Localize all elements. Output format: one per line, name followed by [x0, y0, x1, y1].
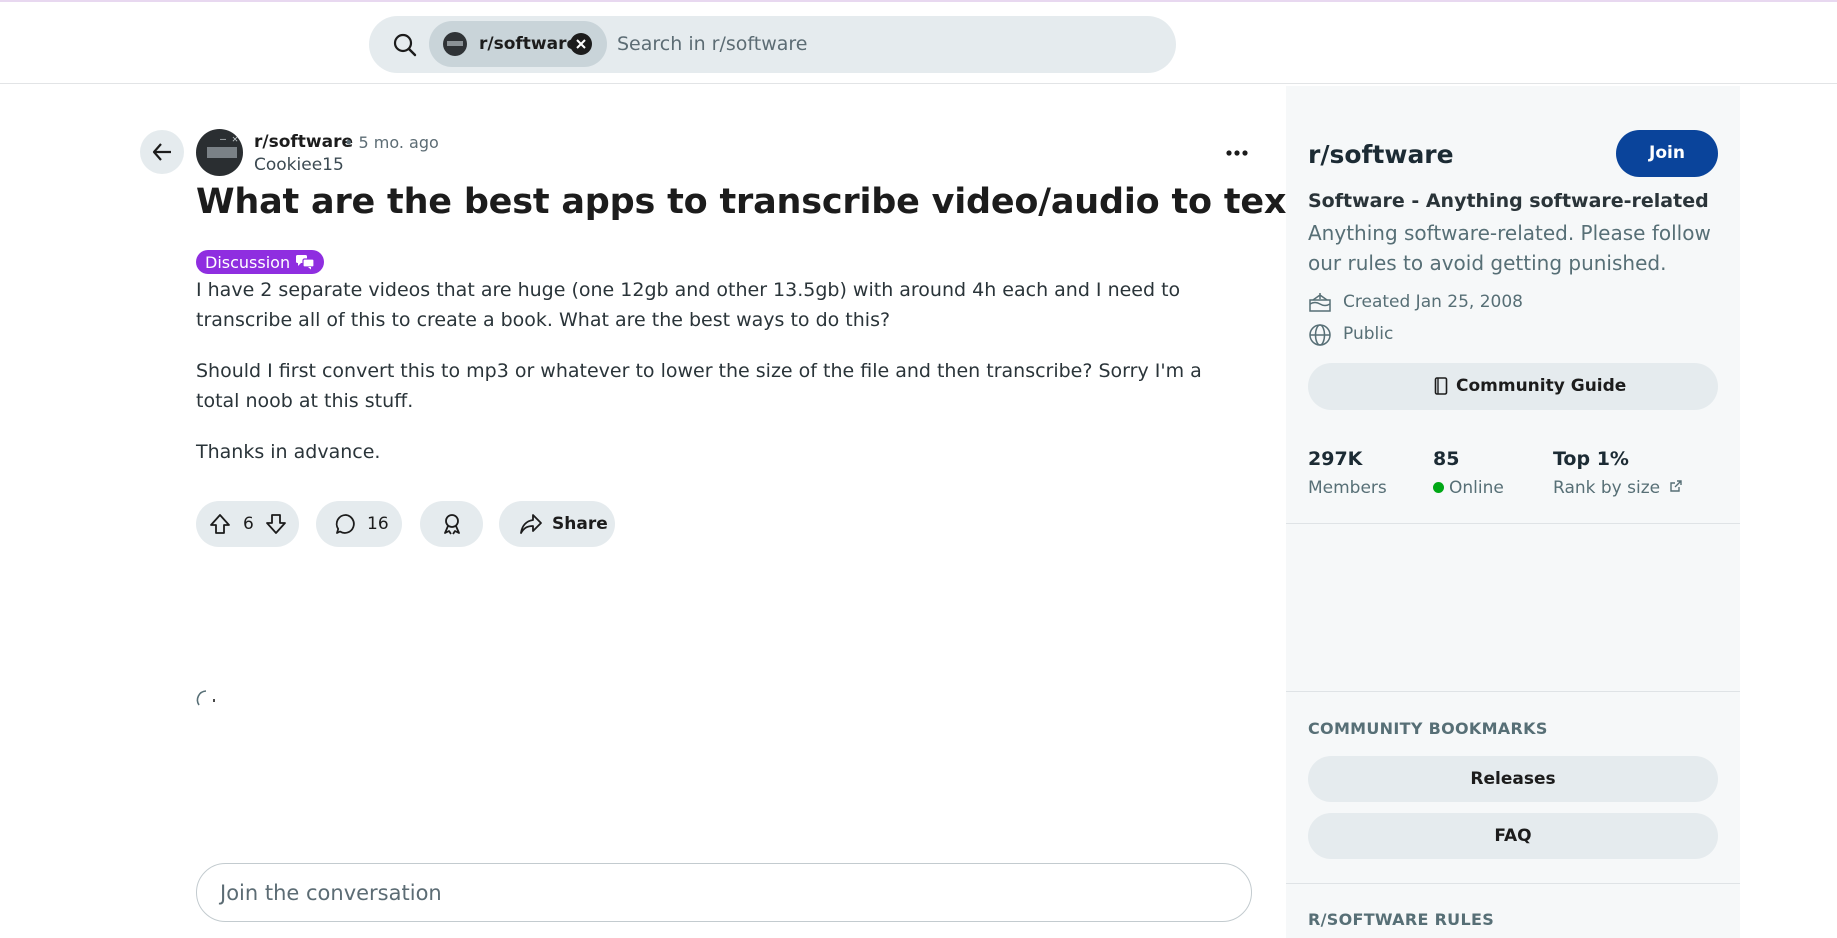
search-input[interactable]: Search in r/software [617, 33, 807, 55]
bookmarks-heading: COMMUNITY BOOKMARKS [1308, 719, 1548, 738]
post-flair[interactable]: Discussion [196, 250, 325, 276]
stat-online: 85 Online [1433, 448, 1504, 498]
post-paragraph: Thanks in advance. [196, 441, 381, 463]
subreddit-filter-chip[interactable]: r/software [429, 21, 607, 67]
arrow-left-icon [152, 143, 171, 161]
loading-spinner-icon [195, 687, 217, 709]
search-icon [391, 31, 419, 59]
stat-members-label: Members [1308, 478, 1387, 498]
award-button[interactable] [420, 501, 483, 547]
sidebar-divider [1286, 883, 1740, 884]
share-button[interactable]: Share [499, 501, 615, 547]
downvote-icon[interactable] [264, 512, 288, 536]
stat-members: 297K Members [1308, 448, 1387, 498]
flair-label: Discussion [205, 253, 291, 272]
post-subreddit-link[interactable]: r/software [254, 132, 353, 152]
vote-count: 6 [243, 514, 254, 534]
bookmark-faq[interactable]: FAQ [1308, 813, 1718, 859]
comment-composer-placeholder: Join the conversation [220, 881, 442, 905]
post-paragraph: I have 2 separate videos that are huge (… [196, 279, 1181, 331]
avatar-window-bar [207, 147, 237, 158]
external-link-icon [1669, 480, 1682, 492]
comment-icon [335, 514, 355, 534]
visibility-text: Public [1343, 324, 1394, 344]
sidebar-headline: Software - Anything software-related [1308, 190, 1709, 212]
comment-composer[interactable]: Join the conversation [196, 863, 1252, 922]
stat-online-label: Online [1449, 478, 1504, 498]
sidebar-description: Anything software-related. Please follow… [1308, 221, 1711, 275]
speech-bubbles-icon [295, 254, 315, 276]
globe-icon [1309, 324, 1331, 346]
book-icon [1434, 377, 1448, 395]
vote-control: 6 [196, 501, 299, 547]
stat-online-value: 85 [1433, 448, 1460, 470]
share-icon [520, 514, 542, 534]
comment-count: 16 [367, 514, 389, 534]
created-date-text: Created Jan 25, 2008 [1343, 292, 1523, 312]
more-options-icon[interactable] [1222, 138, 1252, 168]
clear-chip-icon[interactable] [570, 33, 592, 55]
share-label: Share [552, 514, 608, 534]
stat-rank-value: Top 1% [1553, 448, 1629, 470]
stat-members-value: 297K [1308, 448, 1363, 470]
subreddit-chip-avatar [443, 32, 467, 56]
sidebar-divider [1286, 691, 1740, 692]
subreddit-chip-label: r/software [479, 34, 579, 54]
community-guide-label: Community Guide [1456, 376, 1627, 396]
online-dot-icon [1433, 482, 1444, 493]
back-button[interactable] [140, 130, 184, 174]
post-title: What are the best apps to transcribe vid… [196, 182, 1323, 222]
avatar-window-glyph: – ✕ [220, 134, 239, 145]
comments-button[interactable]: 16 [316, 501, 402, 547]
post-time: • 5 mo. ago [344, 133, 439, 152]
community-guide-button[interactable]: Community Guide [1308, 363, 1718, 410]
search-bar[interactable]: r/software Search in r/software [369, 16, 1176, 73]
stat-rank: Top 1% Rank by size [1553, 448, 1683, 498]
upvote-icon[interactable] [208, 512, 232, 536]
stat-rank-label: Rank by size [1553, 478, 1661, 498]
join-button[interactable]: Join [1616, 130, 1718, 177]
stat-online-label-row: Online [1433, 478, 1504, 498]
subreddit-avatar[interactable]: – ✕ [196, 129, 243, 176]
top-header: r/software Search in r/software [0, 2, 1837, 84]
sidebar-community-title: r/software [1308, 140, 1454, 169]
post-paragraph: Should I first convert this to mp3 or wh… [196, 360, 1202, 412]
rank-by-size-link[interactable]: Rank by size [1553, 478, 1683, 498]
sidebar-divider [1286, 523, 1740, 524]
community-sidebar: r/software Join Software - Anything soft… [1286, 86, 1740, 938]
post-author-link[interactable]: Cookiee15 [254, 155, 344, 175]
bookmark-releases[interactable]: Releases [1308, 756, 1718, 802]
post-body: I have 2 separate videos that are huge (… [196, 275, 1251, 488]
rules-heading: R/SOFTWARE RULES [1308, 910, 1495, 929]
cake-icon [1309, 293, 1331, 312]
award-icon [444, 514, 460, 535]
